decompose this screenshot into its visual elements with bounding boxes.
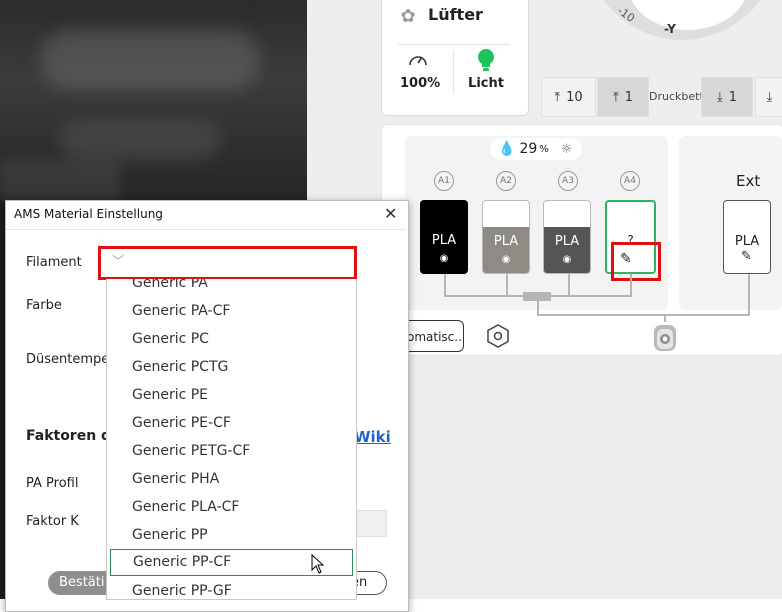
spool-a2[interactable]: PLA ◉ bbox=[482, 200, 530, 274]
spool-material: PLA bbox=[734, 234, 760, 249]
move-down-1-button[interactable]: ⤓ 1 bbox=[701, 77, 753, 117]
pa-profile-label: PA Profil bbox=[26, 476, 79, 491]
ext-label: Ext bbox=[736, 172, 761, 190]
water-drop-icon: 💧 bbox=[498, 141, 516, 157]
fan-speed-value: 100% bbox=[400, 76, 441, 91]
eye-icon: ◉ bbox=[562, 254, 572, 265]
dropdown-item[interactable]: Generic PP-GF bbox=[107, 577, 356, 599]
dropdown-item[interactable]: Generic PA-CF bbox=[107, 297, 356, 325]
light-label: Licht bbox=[468, 76, 504, 91]
spool-a1[interactable]: PLA ◉ bbox=[420, 200, 468, 274]
arrow-up-icon: ⤒ bbox=[612, 89, 619, 105]
dropdown-item[interactable]: Generic PCTG bbox=[107, 353, 356, 381]
highlight-edit-a4 bbox=[611, 242, 661, 281]
highlight-filament-select bbox=[98, 246, 357, 280]
ams-settings-hex-icon[interactable] bbox=[484, 322, 512, 350]
spool-a3[interactable]: PLA ◉ bbox=[543, 200, 591, 274]
dropdown-item[interactable]: Generic PP bbox=[107, 521, 356, 549]
eye-icon: ◉ bbox=[439, 253, 449, 264]
spool-ext[interactable]: PLA ✎ bbox=[723, 200, 771, 274]
move-up-1-button[interactable]: ⤒ 1 bbox=[597, 77, 649, 117]
humidity-indicator[interactable]: 💧 29 % ☼ bbox=[490, 138, 582, 160]
wiki-link[interactable]: Wiki bbox=[354, 428, 391, 446]
speed-gauge-icon[interactable] bbox=[407, 50, 429, 70]
factor-k-input[interactable] bbox=[355, 510, 387, 537]
dropdown-item[interactable]: Generic PLA-CF bbox=[107, 493, 356, 521]
druckbett-label: Druckbett bbox=[649, 90, 704, 103]
arrow-up-icon: ⤒ bbox=[554, 89, 561, 105]
slot-label-a4: A4 bbox=[618, 171, 642, 191]
dropdown-item[interactable]: Generic PETG-CF bbox=[107, 437, 356, 465]
factor-k-label: Faktor K bbox=[26, 514, 79, 529]
dropdown-item[interactable]: Generic PE bbox=[107, 381, 356, 409]
slot-label-a1: A1 bbox=[432, 171, 456, 191]
extruder-nozzle-icon bbox=[654, 325, 676, 351]
color-label: Farbe bbox=[26, 298, 62, 313]
slot-label-a2: A2 bbox=[494, 171, 518, 191]
dropdown-item[interactable]: Generic PC bbox=[107, 325, 356, 353]
spool-material: PLA bbox=[493, 234, 519, 249]
arrow-down-icon: ⤓ bbox=[716, 89, 723, 105]
spool-material: PLA bbox=[431, 233, 457, 248]
eye-icon: ◉ bbox=[501, 254, 511, 265]
humidity-value: 29 bbox=[519, 141, 538, 157]
compass-axis-label[interactable]: -Y bbox=[664, 22, 676, 36]
fan-icon: ✿ bbox=[400, 6, 416, 27]
move-down-10-button[interactable]: ⤓ bbox=[755, 77, 782, 117]
dropdown-item[interactable]: Generic PHA bbox=[107, 465, 356, 493]
dialog-title: AMS Material Einstellung bbox=[14, 207, 163, 221]
fan-title: Lüfter bbox=[428, 5, 483, 24]
mouse-cursor-icon bbox=[311, 554, 325, 574]
dropdown-item[interactable]: Generic PA bbox=[107, 279, 356, 297]
arrow-down-icon: ⤓ bbox=[766, 89, 773, 105]
edit-pencil-icon[interactable]: ✎ bbox=[741, 249, 752, 264]
nozzle-temp-label: Düsentemper bbox=[26, 352, 115, 367]
spool-material: PLA bbox=[554, 234, 580, 249]
close-icon[interactable]: ✕ bbox=[384, 204, 397, 223]
dropdown-item[interactable]: Generic PE-CF bbox=[107, 409, 356, 437]
filament-label: Filament bbox=[26, 255, 82, 270]
move-up-10-button[interactable]: ⤒ 10 bbox=[541, 77, 596, 117]
sun-icon[interactable]: ☼ bbox=[561, 142, 573, 157]
filament-dropdown-list[interactable]: Generic PA Generic PA-CF Generic PC Gene… bbox=[106, 279, 357, 600]
humidity-unit: % bbox=[539, 143, 549, 155]
light-bulb-icon[interactable] bbox=[475, 48, 497, 72]
slot-label-a3: A3 bbox=[556, 171, 580, 191]
